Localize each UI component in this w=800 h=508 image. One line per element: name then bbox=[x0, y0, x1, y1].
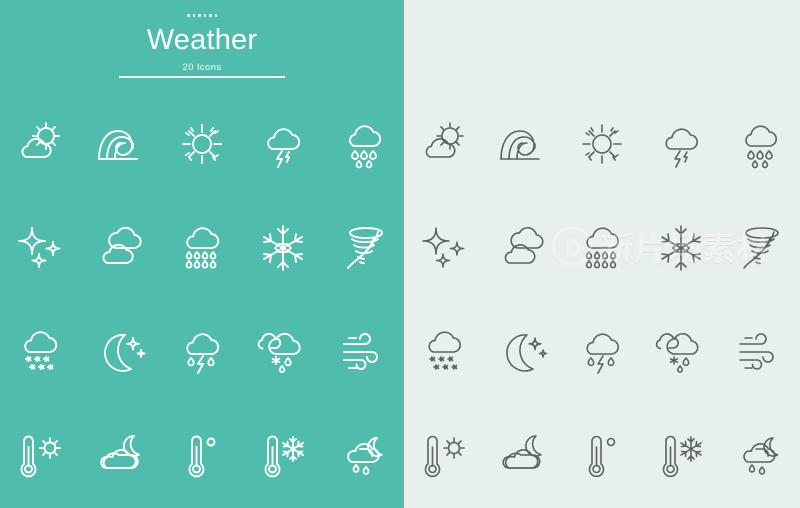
icon-grid-light bbox=[404, 92, 800, 508]
tornado-icon[interactable] bbox=[730, 218, 790, 278]
icon-count-label: 20 Icons bbox=[182, 62, 222, 73]
snowflake-icon[interactable] bbox=[651, 218, 711, 278]
icon-grid-dark bbox=[0, 92, 404, 508]
sun-icon[interactable] bbox=[572, 114, 632, 174]
snow-cloud-icon[interactable] bbox=[414, 322, 474, 382]
dot-icon bbox=[214, 14, 217, 17]
thermometer-sun-icon[interactable] bbox=[10, 426, 70, 486]
thunderstorm-rain-icon[interactable] bbox=[172, 322, 232, 382]
sleet-cloud-icon[interactable] bbox=[651, 322, 711, 382]
heavy-rain-cloud-icon[interactable] bbox=[572, 218, 632, 278]
thermometer-snowflake-icon[interactable] bbox=[651, 426, 711, 486]
sleet-cloud-icon[interactable] bbox=[253, 322, 313, 382]
sun-icon[interactable] bbox=[172, 114, 232, 174]
thermometer-degree-icon[interactable] bbox=[572, 426, 632, 486]
clouds-icon[interactable] bbox=[493, 218, 553, 278]
snow-cloud-icon[interactable] bbox=[10, 322, 70, 382]
partly-cloudy-icon[interactable] bbox=[10, 114, 70, 174]
partly-cloudy-icon[interactable] bbox=[414, 114, 474, 174]
page-title: Weather bbox=[146, 24, 258, 56]
sparkle-stars-icon[interactable] bbox=[414, 218, 474, 278]
rain-cloud-icon[interactable] bbox=[730, 114, 790, 174]
snowflake-icon[interactable] bbox=[253, 218, 313, 278]
right-panel: 新片场素材 bbox=[404, 0, 800, 508]
ocean-wave-icon[interactable] bbox=[493, 114, 553, 174]
title-divider bbox=[119, 76, 285, 78]
cloud-moon-icon[interactable] bbox=[91, 426, 151, 486]
left-panel: Weather 20 Icons bbox=[0, 0, 404, 508]
heavy-rain-cloud-icon[interactable] bbox=[172, 218, 232, 278]
tornado-icon[interactable] bbox=[334, 218, 394, 278]
rain-cloud-icon[interactable] bbox=[334, 114, 394, 174]
thermometer-sun-icon[interactable] bbox=[414, 426, 474, 486]
dot-icon bbox=[203, 14, 206, 17]
dot-icon bbox=[187, 14, 190, 17]
dot-icon bbox=[192, 14, 195, 17]
night-rain-cloud-icon[interactable] bbox=[730, 426, 790, 486]
thermometer-snowflake-icon[interactable] bbox=[253, 426, 313, 486]
night-rain-cloud-icon[interactable] bbox=[334, 426, 394, 486]
dot-icon bbox=[198, 14, 201, 17]
wind-icon[interactable] bbox=[334, 322, 394, 382]
ocean-wave-icon[interactable] bbox=[91, 114, 151, 174]
moon-stars-icon[interactable] bbox=[493, 322, 553, 382]
clouds-icon[interactable] bbox=[91, 218, 151, 278]
thunderstorm-rain-icon[interactable] bbox=[572, 322, 632, 382]
thermometer-degree-icon[interactable] bbox=[172, 426, 232, 486]
moon-stars-icon[interactable] bbox=[91, 322, 151, 382]
dot-icon bbox=[209, 14, 212, 17]
icon-set-board: Weather 20 Icons 新片场素材 bbox=[0, 0, 800, 508]
header: Weather 20 Icons bbox=[0, 0, 404, 92]
cloud-moon-icon[interactable] bbox=[493, 426, 553, 486]
dot-row bbox=[0, 0, 404, 20]
thunderstorm-icon[interactable] bbox=[651, 114, 711, 174]
wind-icon[interactable] bbox=[730, 322, 790, 382]
thunderstorm-icon[interactable] bbox=[253, 114, 313, 174]
sparkle-stars-icon[interactable] bbox=[10, 218, 70, 278]
